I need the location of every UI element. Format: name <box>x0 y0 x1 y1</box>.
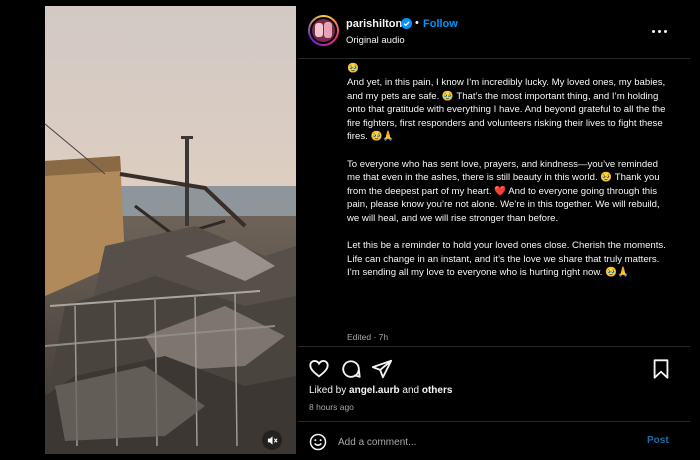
caption-paragraph: Let this be a reminder to hold your love… <box>347 240 666 279</box>
post-details-panel: parishilton • Follow Original audio 🥹 An… <box>298 6 690 454</box>
caption-paragraph: To everyone who has sent love, prayers, … <box>347 158 660 224</box>
speaker-muted-icon <box>267 435 278 445</box>
edited-timestamp: Edited · 7h <box>347 332 389 342</box>
avatar[interactable] <box>308 15 339 46</box>
audio-label[interactable]: Original audio <box>346 35 405 46</box>
caption-cut-line: 🥹 <box>347 62 667 76</box>
comment-input[interactable] <box>338 434 628 450</box>
post-caption: 🥹 And yet, in this pain, I know I’m incr… <box>347 62 667 350</box>
post-header: parishilton • Follow Original audio <box>298 6 690 58</box>
post-comment-button[interactable]: Post <box>647 435 669 446</box>
header-divider <box>298 58 690 59</box>
liked-by-others-link[interactable]: others <box>422 385 453 396</box>
liked-by-conjunction: and <box>399 385 422 396</box>
more-options-icon[interactable] <box>652 24 670 38</box>
username-link[interactable]: parishilton <box>346 18 402 30</box>
bookmark-icon[interactable] <box>650 358 672 380</box>
caption-paragraph: And yet, in this pain, I know I’m incred… <box>347 77 666 143</box>
comment-divider <box>298 421 690 422</box>
share-icon[interactable] <box>371 358 393 380</box>
heart-icon[interactable] <box>308 358 330 380</box>
comment-icon[interactable] <box>340 358 362 380</box>
caption-divider <box>298 346 690 347</box>
action-bar <box>298 352 690 384</box>
emoji-icon[interactable] <box>309 433 327 451</box>
liked-by-text: Liked by angel.aurb and others <box>309 385 452 396</box>
post-timestamp: 8 hours ago <box>309 402 354 412</box>
caption-emoji: 🥹 <box>347 63 359 74</box>
fire-ruins-image <box>45 6 296 454</box>
mute-toggle-button[interactable] <box>262 430 282 450</box>
liked-by-prefix: Liked by <box>309 385 350 396</box>
comment-bar: Post <box>298 430 690 454</box>
verified-badge-icon <box>401 18 412 29</box>
liked-by-user-link[interactable]: angel.aurb <box>349 385 400 396</box>
post-media-video[interactable] <box>45 6 296 454</box>
separator-dot: • <box>415 17 419 29</box>
follow-button[interactable]: Follow <box>423 18 458 30</box>
